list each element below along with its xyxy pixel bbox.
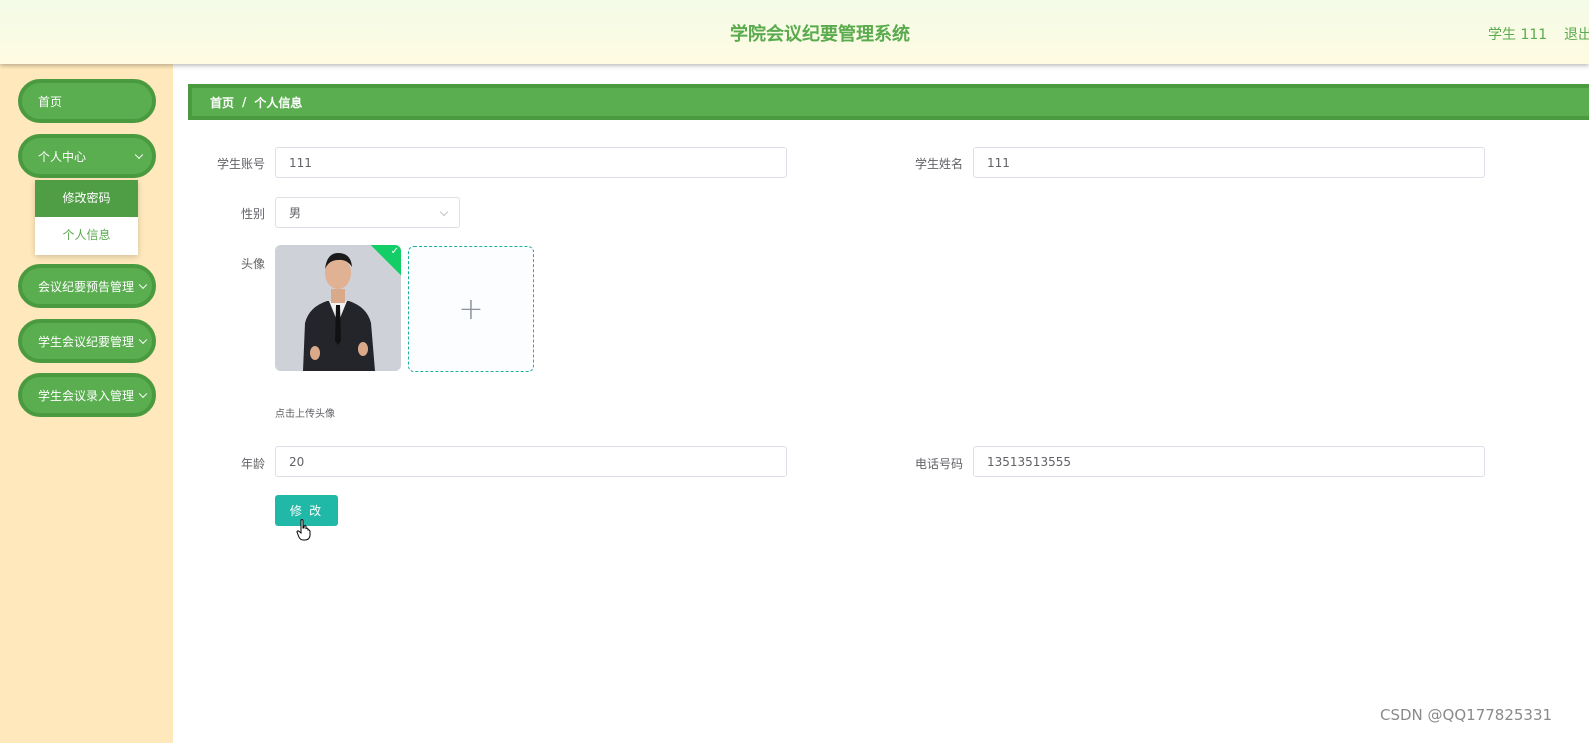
gender-label: 性别 <box>240 207 265 221</box>
breadcrumb: 首页 / 个人信息 <box>188 84 1589 120</box>
phone-input[interactable]: 13513513555 <box>973 446 1485 477</box>
avatar-label: 头像 <box>240 257 265 271</box>
watermark: CSDN @QQ177825331 <box>1380 706 1553 724</box>
name-value: 111 <box>987 155 1010 170</box>
logout-link[interactable]: 退出 <box>1564 24 1589 44</box>
check-icon: ✓ <box>390 246 399 257</box>
current-user: 学生 111 <box>1488 27 1548 43</box>
personal-center-submenu: 修改密码 个人信息 <box>35 180 138 255</box>
sidebar-item-label: 会议纪要预告管理 <box>38 279 135 294</box>
name-input[interactable]: 111 <box>973 147 1485 178</box>
breadcrumb-separator: / <box>242 95 247 109</box>
gender-select[interactable]: 男 <box>275 197 460 228</box>
chevron-down-icon <box>439 207 449 217</box>
phone-label: 电话号码 <box>914 457 963 471</box>
sidebar-item-label: 首页 <box>38 94 63 109</box>
submenu-item-change-password[interactable]: 修改密码 <box>35 180 138 217</box>
phone-value: 13513513555 <box>987 454 1071 469</box>
account-label: 学生账号 <box>216 157 265 171</box>
avatar-upload-tip: 点击上传头像 <box>275 409 335 420</box>
app-title: 学院会议纪要管理系统 <box>730 24 910 45</box>
sidebar-item-student-meeting-entry[interactable]: 学生会议录入管理 <box>18 373 156 417</box>
chevron-down-icon <box>138 335 148 345</box>
sidebar-item-label: 个人中心 <box>38 149 87 164</box>
account-input[interactable]: 111 <box>275 147 787 178</box>
avatar-portrait-icon <box>275 245 401 371</box>
sidebar-item-home[interactable]: 首页 <box>18 79 156 123</box>
chevron-down-icon <box>138 389 148 399</box>
breadcrumb-current: 个人信息 <box>254 95 303 110</box>
sidebar-item-label: 学生会议录入管理 <box>38 388 135 403</box>
sidebar-item-meeting-preview[interactable]: 会议纪要预告管理 <box>18 264 156 308</box>
breadcrumb-home[interactable]: 首页 <box>210 94 234 111</box>
name-label: 学生姓名 <box>914 157 963 171</box>
age-value: 20 <box>289 454 305 469</box>
age-label: 年龄 <box>240 457 265 471</box>
avatar-upload-button[interactable]: + <box>408 246 534 372</box>
sidebar-item-student-minutes[interactable]: 学生会议纪要管理 <box>18 319 156 363</box>
chevron-down-icon <box>138 280 148 290</box>
top-header: 学院会议纪要管理系统 学生 111 退出 <box>0 0 1589 64</box>
plus-icon: + <box>458 291 484 327</box>
submenu-item-personal-info[interactable]: 个人信息 <box>35 217 138 254</box>
avatar-image[interactable]: ✓ <box>275 245 401 371</box>
hand-cursor-icon <box>296 519 311 541</box>
account-value: 111 <box>289 155 312 170</box>
sidebar-item-personal-center[interactable]: 个人中心 <box>18 134 156 178</box>
chevron-down-icon <box>134 150 144 160</box>
gender-value: 男 <box>289 206 302 220</box>
age-input[interactable]: 20 <box>275 446 787 477</box>
sidebar-item-label: 学生会议纪要管理 <box>38 334 135 349</box>
